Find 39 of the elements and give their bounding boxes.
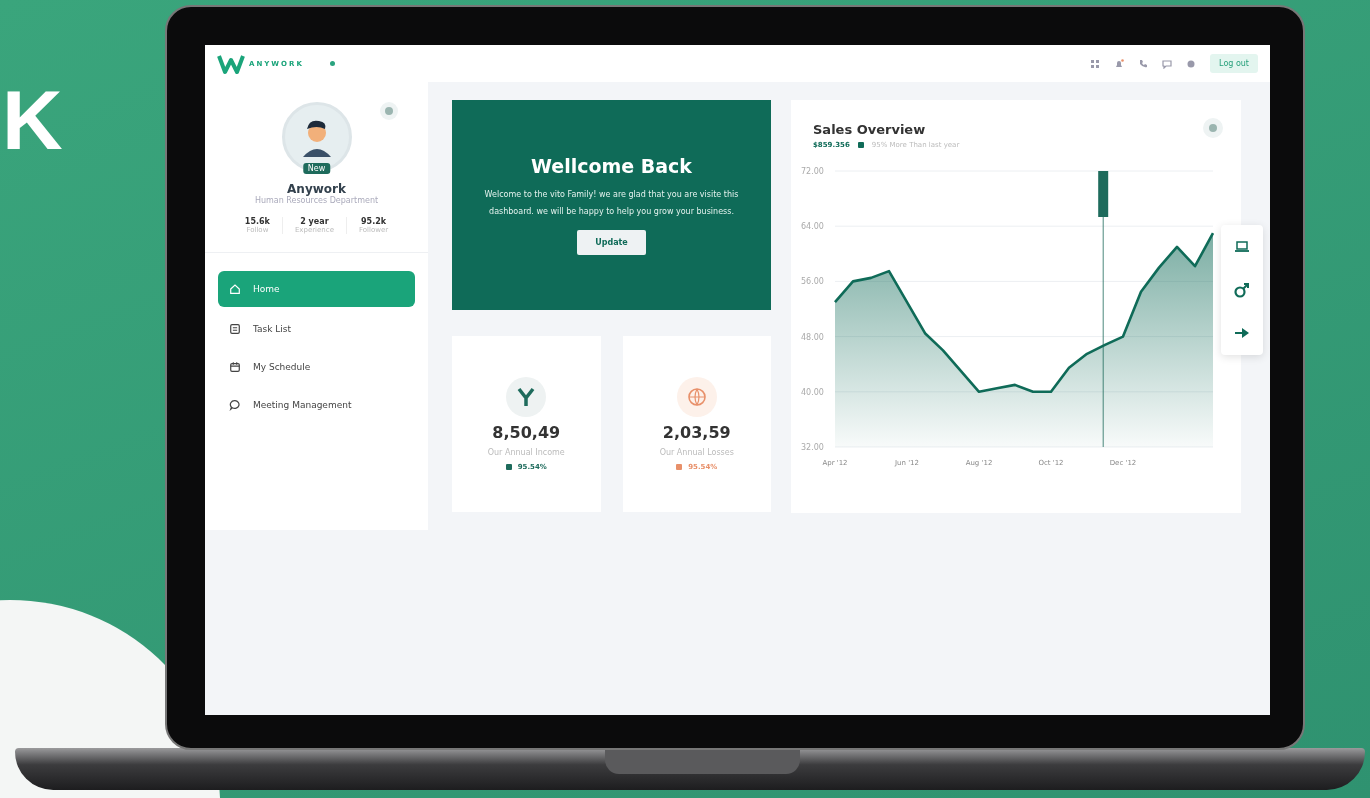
house-icon (229, 283, 241, 295)
nav-item[interactable]: My Schedule (218, 351, 415, 383)
y-tick-label: 32.00 (801, 443, 824, 452)
legend-marker-icon (857, 142, 864, 148)
y-tick-label: 40.00 (801, 387, 824, 397)
menu-dot-icon[interactable] (329, 61, 335, 66)
list-icon (229, 323, 241, 335)
grid-icon[interactable] (1090, 58, 1101, 69)
nav-item[interactable]: Meeting Management (218, 389, 415, 421)
y-tick-label: 48.00 (801, 332, 824, 342)
stat-value: 95.2k (361, 217, 387, 226)
y-letter-icon (506, 377, 547, 417)
profile-name: Anywork (287, 182, 346, 196)
nav-item[interactable]: Task List (218, 313, 415, 345)
new-badge: New (302, 163, 331, 174)
hero-letter: K (2, 78, 63, 162)
chart-title: Sales Overview (813, 122, 926, 137)
crosshair-tag (1098, 171, 1109, 217)
stat-caption: Our Annual Losses (659, 448, 734, 457)
logo-icon (217, 52, 245, 75)
phone-icon[interactable] (1138, 58, 1149, 69)
stat-amount: 2,03,59 (662, 423, 731, 442)
y-tick-label: 64.00 (801, 222, 824, 232)
y-tick-label: 56.00 (801, 277, 824, 287)
y-tick-label: 72.00 (801, 167, 824, 176)
chat-icon[interactable] (1162, 58, 1173, 69)
stat-amount: 8,50,49 (492, 423, 561, 442)
welcome-title: Wellcome Back (531, 154, 692, 177)
welcome-text: Welcome to the vito Family! we are glad that you are visite this dashboard. we will be happy to help you grow your business. (483, 188, 740, 218)
stat-caption: Our Annual Income (487, 448, 565, 457)
profile-department: Human Resources Department (254, 196, 379, 205)
stat-value: 15.6k (244, 217, 270, 226)
notification-bell-icon[interactable] (1114, 58, 1125, 69)
ball-icon (676, 377, 717, 417)
calendar-icon (229, 361, 241, 373)
update-button[interactable]: Update (577, 230, 646, 256)
stat-value: 2 year (300, 217, 329, 226)
chat-bubble-icon (229, 399, 241, 411)
male-symbol-icon[interactable] (1233, 281, 1251, 299)
